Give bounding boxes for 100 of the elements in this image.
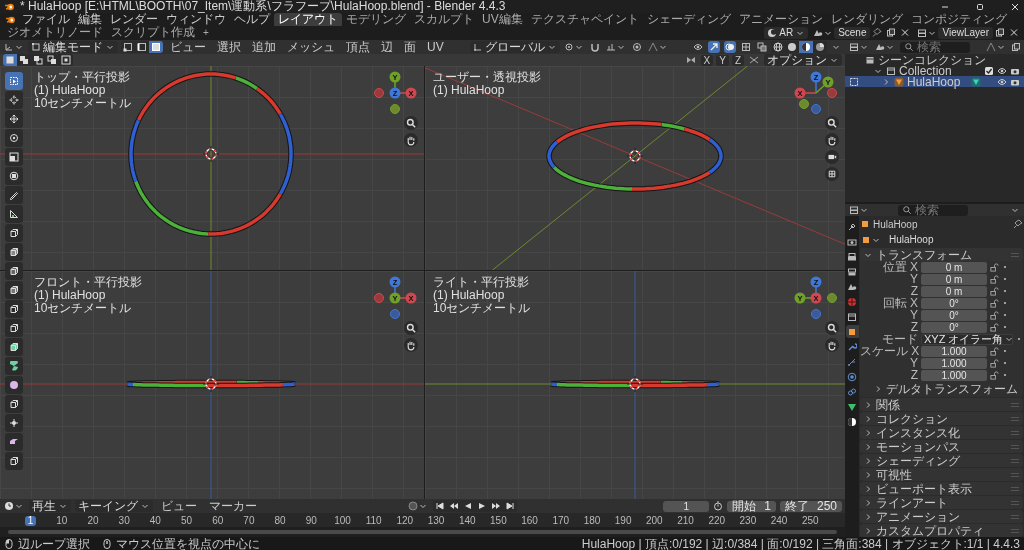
current-frame-marker[interactable]: 1: [24, 515, 37, 526]
mirror-axis-button[interactable]: Z: [731, 54, 744, 66]
scene-field[interactable]: Scene: [834, 26, 871, 39]
panel-header[interactable]: シェーディング: [860, 454, 1023, 467]
panel-header[interactable]: ラインアート: [860, 496, 1023, 509]
panel-header[interactable]: コレクション: [860, 412, 1023, 425]
frame-number: 190: [613, 515, 633, 526]
options-dropdown[interactable]: オプション: [764, 54, 842, 66]
outliner-item[interactable]: HulaHoop: [845, 76, 1024, 87]
end-frame-field[interactable]: 終了 250: [779, 500, 842, 512]
frame-number: 160: [520, 515, 539, 526]
menu-item[interactable]: ビュー: [166, 41, 210, 53]
menu-item[interactable]: 追加: [248, 41, 280, 53]
frame-number: 90: [304, 515, 318, 526]
workspace-tab[interactable]: テクスチャペイント: [526, 13, 643, 26]
frame-number: 210: [676, 515, 695, 526]
object-label: (1) HulaHoop: [433, 289, 505, 302]
workspace-tab[interactable]: アニメーション: [734, 13, 827, 26]
menu-item[interactable]: 辺: [377, 41, 397, 53]
frame-number: 170: [551, 515, 571, 526]
property-dropdown[interactable]: XYZ オイラー角: [921, 333, 1013, 345]
property-label: Z: [909, 369, 918, 381]
menu-item[interactable]: ヘルプ: [230, 13, 274, 26]
workspace-tab[interactable]: レイアウト: [274, 13, 342, 26]
menu-item[interactable]: 編集: [74, 13, 106, 26]
number-field[interactable]: 0 m: [921, 273, 987, 285]
frame-number: 30: [117, 515, 131, 526]
render-engine-dropdown[interactable]: AR: [764, 26, 809, 39]
frame-number: 140: [457, 515, 477, 526]
frame-number: 70: [242, 515, 256, 526]
workspace-tab[interactable]: シェーディング: [642, 13, 735, 26]
panel-header[interactable]: 可視性: [860, 468, 1023, 481]
number-field[interactable]: 1.000: [921, 357, 987, 369]
frame-number: 230: [738, 515, 758, 526]
workspace-tab[interactable]: モデリング: [342, 13, 410, 26]
property-label: モード: [881, 333, 918, 345]
menu-dropdown[interactable]: キーイング: [75, 500, 153, 512]
search-field[interactable]: 検索: [900, 41, 970, 53]
object-label: (1) HulaHoop: [34, 289, 106, 302]
scene-statistics: HulaHoop | 頂点:0/192 | 辺:0/384 | 面:0/192 | 三角面:384 | オブジェクト:1/1 | 4.4.3: [581, 537, 1020, 550]
property-label: Y: [909, 273, 918, 285]
menu-item[interactable]: マーカー: [205, 500, 261, 512]
menu-item[interactable]: レンダー: [106, 13, 162, 26]
panel-header[interactable]: インスタンス化: [860, 426, 1023, 439]
workspace-tab[interactable]: ジオメトリノード: [3, 26, 107, 39]
orientation-dropdown[interactable]: グローバル: [470, 41, 561, 53]
panel-header[interactable]: アニメーション: [860, 510, 1023, 523]
view-title: ライト・平行投影: [433, 276, 529, 289]
workspace-tab[interactable]: コンポジティング: [906, 13, 1011, 26]
number-field[interactable]: 0°: [921, 309, 987, 321]
workspace-tab[interactable]: UV編集: [478, 13, 527, 26]
property-label: Y: [909, 357, 918, 369]
status-hint: 辺ループ選択: [18, 537, 90, 550]
outliner-item[interactable]: シーンコレクション: [845, 54, 1024, 65]
panel-header[interactable]: デルタトランスフォーム: [870, 382, 1021, 395]
workspace-tab[interactable]: スカルプト: [410, 13, 478, 26]
panel-header[interactable]: ビューポート表示: [860, 482, 1023, 495]
window-title: * HulaHoop [E:\HTML\BOOTH\07_Item\運動系\フラフープ\HulaHoop.blend] - Blender 4.4.3: [20, 1, 506, 12]
frame-number: 20: [86, 515, 100, 526]
start-frame-field[interactable]: 開始 1: [727, 500, 776, 512]
frame-number: 100: [333, 515, 352, 526]
menu-item[interactable]: ビュー: [157, 500, 201, 512]
menu-dropdown[interactable]: 再生: [29, 500, 71, 512]
view-title: トップ・平行投影: [34, 71, 130, 84]
mode-dropdown[interactable]: 編集モード: [28, 41, 118, 53]
add-workspace-button[interactable]: +: [199, 26, 213, 39]
number-field[interactable]: 1.000: [921, 345, 987, 357]
frame-number: 110: [364, 515, 383, 526]
scale-label: 10センチメートル: [34, 97, 132, 110]
frame-number: 40: [148, 515, 162, 526]
workspace-tab[interactable]: レンダリング: [826, 13, 907, 26]
property-label: スケール X: [860, 345, 918, 357]
workspace-tab[interactable]: スクリプト作成: [107, 26, 199, 39]
menu-item[interactable]: UV: [423, 41, 448, 53]
number-field[interactable]: 0 m: [921, 285, 987, 297]
frame-number: 120: [395, 515, 415, 526]
panel-header[interactable]: モーションパス: [860, 440, 1023, 453]
search-field[interactable]: 検索: [898, 204, 968, 216]
number-field[interactable]: 0 m: [921, 261, 987, 273]
current-frame-field[interactable]: 1: [663, 500, 710, 512]
menu-item[interactable]: 選択: [213, 41, 245, 53]
menu-item[interactable]: 面: [400, 41, 420, 53]
panel-header[interactable]: 関係: [860, 398, 1023, 411]
menu-item[interactable]: ウィンドウ: [162, 13, 230, 26]
mirror-axis-button[interactable]: Y: [716, 54, 729, 66]
scale-label: 10センチメートル: [433, 302, 531, 315]
number-field[interactable]: 0°: [921, 297, 987, 309]
menu-item[interactable]: 頂点: [342, 41, 374, 53]
panel-header[interactable]: カスタムプロパティ: [860, 524, 1023, 537]
frame-number: 250: [800, 515, 820, 526]
frame-number: 80: [273, 515, 287, 526]
property-label: Z: [909, 285, 918, 297]
number-field[interactable]: 0°: [921, 321, 987, 333]
menu-item[interactable]: メッシュ: [283, 41, 339, 53]
mirror-axis-button[interactable]: X: [700, 54, 714, 66]
frame-number: 150: [489, 515, 508, 526]
number-field[interactable]: 1.000: [921, 369, 987, 381]
view-layer-field[interactable]: ViewLayer: [938, 26, 993, 39]
menu-item[interactable]: ファイル: [18, 13, 74, 26]
outliner-item[interactable]: Collection: [845, 65, 1024, 76]
